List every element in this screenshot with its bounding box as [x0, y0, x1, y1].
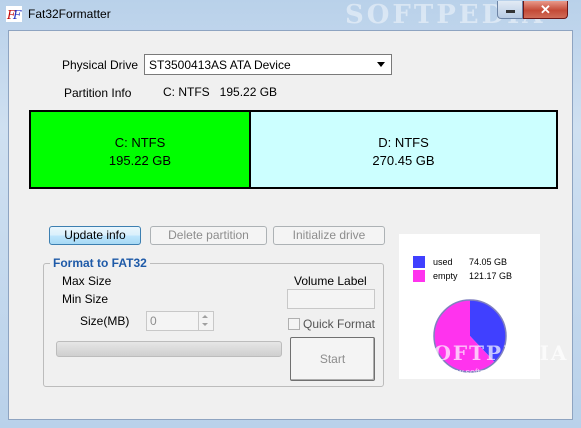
client-area: Physical Drive ST3500413AS ATA Device Pa…	[8, 30, 573, 420]
quick-format-checkbox[interactable]	[288, 318, 300, 330]
partition-d-size: 270.45 GB	[372, 153, 435, 168]
empty-value: 121.17 GB	[469, 271, 513, 281]
used-swatch	[413, 256, 425, 268]
physical-drive-value: ST3500413AS ATA Device	[149, 58, 291, 72]
partition-c[interactable]: C: NTFS 195.22 GB	[31, 112, 251, 187]
minimize-button[interactable]	[497, 1, 523, 19]
size-mb-label: Size(MB)	[80, 314, 130, 328]
size-stepper[interactable]	[198, 312, 213, 330]
partition-info-label: Partition Info	[64, 86, 132, 100]
partition-info-value: C: NTFS 195.22 GB	[163, 85, 278, 99]
quick-format-label: Quick Format	[303, 317, 376, 331]
watermark-url: www.softpedia.com	[444, 367, 522, 377]
chevron-down-icon[interactable]	[374, 57, 389, 72]
volume-label-label: Volume Label	[294, 274, 367, 288]
partition-c-size: 195.22 GB	[108, 153, 172, 168]
empty-label: empty	[433, 271, 458, 281]
initialize-drive-button[interactable]: Initialize drive	[273, 226, 385, 245]
partition-d[interactable]: D: NTFS 270.45 GB	[251, 112, 556, 187]
size-input[interactable]: 0	[146, 311, 214, 331]
format-group-title: Format to FAT32	[50, 256, 150, 270]
physical-drive-label: Physical Drive	[62, 58, 139, 72]
window-title: Fat32Formatter	[28, 7, 111, 21]
format-group: Format to FAT32 Max Size Min Size Size(M…	[43, 256, 384, 387]
svg-text:F: F	[12, 8, 22, 22]
max-size-label: Max Size	[62, 274, 112, 288]
watermark-bottom: SOFTPEDIA	[417, 341, 569, 365]
partition-c-name: C: NTFS	[114, 135, 166, 150]
size-input-value: 0	[150, 314, 157, 328]
delete-partition-button[interactable]: Delete partition	[150, 226, 267, 245]
close-icon: ✕	[540, 2, 551, 17]
format-progress-bar	[56, 341, 282, 357]
volume-label-input[interactable]	[287, 289, 375, 309]
used-label: used	[433, 257, 453, 267]
empty-swatch	[413, 270, 425, 282]
app-icon: F F	[6, 6, 22, 22]
partition-map: C: NTFS 195.22 GB D: NTFS 270.45 GB	[29, 110, 558, 189]
title-bar[interactable]: F F Fat32Formatter SOFTPEDIA ✕	[0, 0, 581, 30]
update-info-button[interactable]: Update info	[49, 226, 141, 245]
physical-drive-select[interactable]: ST3500413AS ATA Device	[144, 54, 392, 75]
close-button[interactable]: ✕	[523, 1, 568, 19]
app-window: F F Fat32Formatter SOFTPEDIA ✕ Physical …	[0, 0, 581, 428]
used-value: 74.05 GB	[469, 257, 508, 267]
start-button[interactable]: Start	[290, 337, 375, 381]
min-size-label: Min Size	[62, 292, 109, 306]
partition-d-name: D: NTFS	[378, 135, 429, 150]
